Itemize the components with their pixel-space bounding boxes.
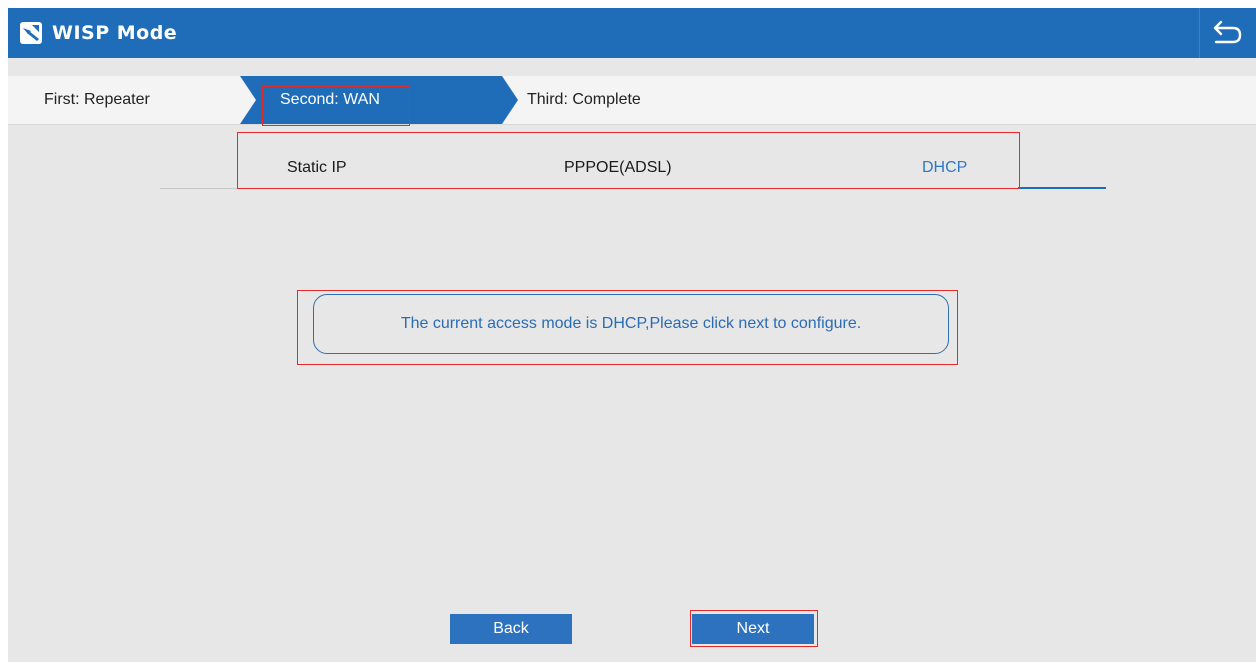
step-first: First: Repeater [44, 91, 150, 108]
tab-dhcp[interactable]: DHCP [922, 158, 967, 178]
back-button[interactable]: Back [450, 614, 572, 644]
tab-dhcp-indicator [1018, 187, 1106, 189]
step-second: Second: WAN [280, 91, 380, 108]
wizard-steps: First: Repeater Second: WAN Third: Compl… [8, 76, 1256, 125]
step-third: Third: Complete [527, 91, 641, 108]
wizard-window: WISP Mode First: Repeater Second: WAN Th… [8, 8, 1256, 662]
return-arrow-icon[interactable] [1208, 18, 1244, 48]
wisp-app-icon [20, 22, 42, 44]
status-message: The current access mode is DHCP,Please c… [313, 294, 949, 354]
title-divider [1199, 8, 1200, 58]
next-button[interactable]: Next [692, 614, 814, 644]
tab-pppoe[interactable]: PPPOE(ADSL) [564, 158, 672, 178]
tab-static-ip[interactable]: Static IP [287, 158, 347, 178]
title-bar: WISP Mode [8, 8, 1256, 58]
page-title: WISP Mode [52, 22, 178, 44]
tabs-underline [160, 188, 1106, 189]
